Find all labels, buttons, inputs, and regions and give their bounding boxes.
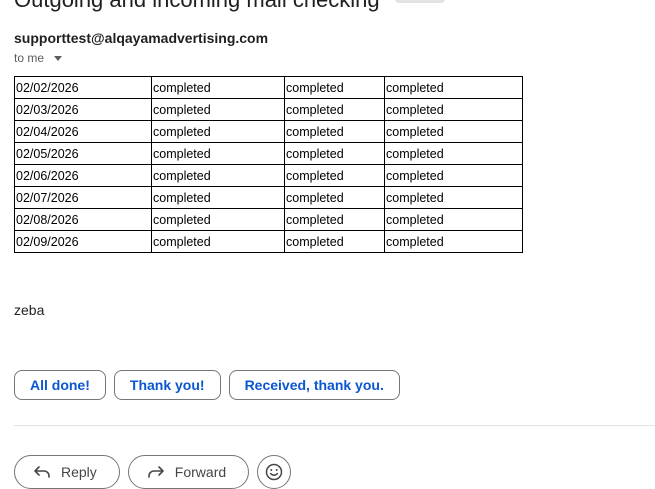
date-cell: 02/07/2026 — [14, 186, 152, 209]
smart-reply-received[interactable]: Received, thank you. — [228, 370, 400, 400]
status-cell: completed — [284, 230, 385, 253]
status-cell: completed — [151, 120, 285, 143]
forward-button[interactable]: Forward — [127, 455, 250, 489]
reply-label: Reply — [61, 464, 97, 480]
sender-email[interactable]: supporttest@alqayamadvertising.com — [14, 30, 268, 46]
email-subject: Outgoing and incoming mail checking — [14, 0, 380, 13]
reply-button[interactable]: Reply — [14, 455, 120, 489]
date-cell: 02/06/2026 — [14, 164, 152, 187]
status-cell: completed — [384, 164, 523, 187]
date-cell: 02/03/2026 — [14, 98, 152, 121]
date-cell: 02/05/2026 — [14, 142, 152, 165]
table-row: 02/04/2026 completed completed completed — [14, 120, 523, 143]
emoji-reaction-button[interactable] — [257, 455, 292, 489]
table-row: 02/09/2026 completed completed completed — [14, 230, 523, 253]
status-cell: completed — [384, 230, 523, 253]
recipient-details-toggle[interactable]: to me — [14, 51, 63, 65]
table-row: 02/07/2026 completed completed completed — [14, 186, 523, 209]
status-cell: completed — [384, 208, 523, 231]
status-cell: completed — [151, 230, 285, 253]
divider — [14, 425, 655, 426]
chevron-down-icon — [54, 56, 63, 61]
label-chip[interactable] — [395, 0, 445, 3]
status-cell: completed — [384, 120, 523, 143]
status-cell: completed — [151, 164, 285, 187]
emoji-icon — [265, 463, 283, 481]
status-cell: completed — [284, 142, 385, 165]
status-cell: completed — [151, 208, 285, 231]
status-cell: completed — [284, 98, 385, 121]
reply-icon — [33, 465, 51, 479]
signature: zeba — [14, 302, 45, 318]
status-cell: completed — [384, 98, 523, 121]
date-cell: 02/08/2026 — [14, 208, 152, 231]
date-cell: 02/09/2026 — [14, 230, 152, 253]
table-row: 02/02/2026 completed completed completed — [14, 76, 523, 99]
smart-reply-all-done[interactable]: All done! — [14, 370, 106, 400]
status-cell: completed — [384, 142, 523, 165]
status-cell: completed — [151, 76, 285, 99]
status-cell: completed — [151, 186, 285, 209]
status-cell: completed — [151, 98, 285, 121]
status-table: 02/02/2026 completed completed completed 02/… — [14, 76, 523, 253]
status-cell: completed — [284, 186, 385, 209]
table-row: 02/05/2026 completed completed completed — [14, 142, 523, 165]
status-cell: completed — [384, 186, 523, 209]
date-cell: 02/02/2026 — [14, 76, 152, 99]
status-cell: completed — [284, 208, 385, 231]
status-cell: completed — [151, 142, 285, 165]
smart-reply-thank-you[interactable]: Thank you! — [113, 370, 221, 400]
smart-replies: All done! Thank you! Received, thank you… — [14, 370, 400, 400]
table-row: 02/06/2026 completed completed completed — [14, 164, 523, 187]
forward-label: Forward — [174, 464, 227, 480]
forward-icon — [147, 465, 165, 479]
to-me-label: to me — [14, 51, 45, 65]
message-actions: Reply Forward — [14, 455, 292, 489]
status-cell: completed — [284, 120, 385, 143]
status-cell: completed — [284, 164, 385, 187]
status-cell: completed — [284, 76, 385, 99]
table-row: 02/08/2026 completed completed completed — [14, 208, 523, 231]
status-cell: completed — [384, 76, 523, 99]
date-cell: 02/04/2026 — [14, 120, 152, 143]
table-row: 02/03/2026 completed completed completed — [14, 98, 523, 121]
